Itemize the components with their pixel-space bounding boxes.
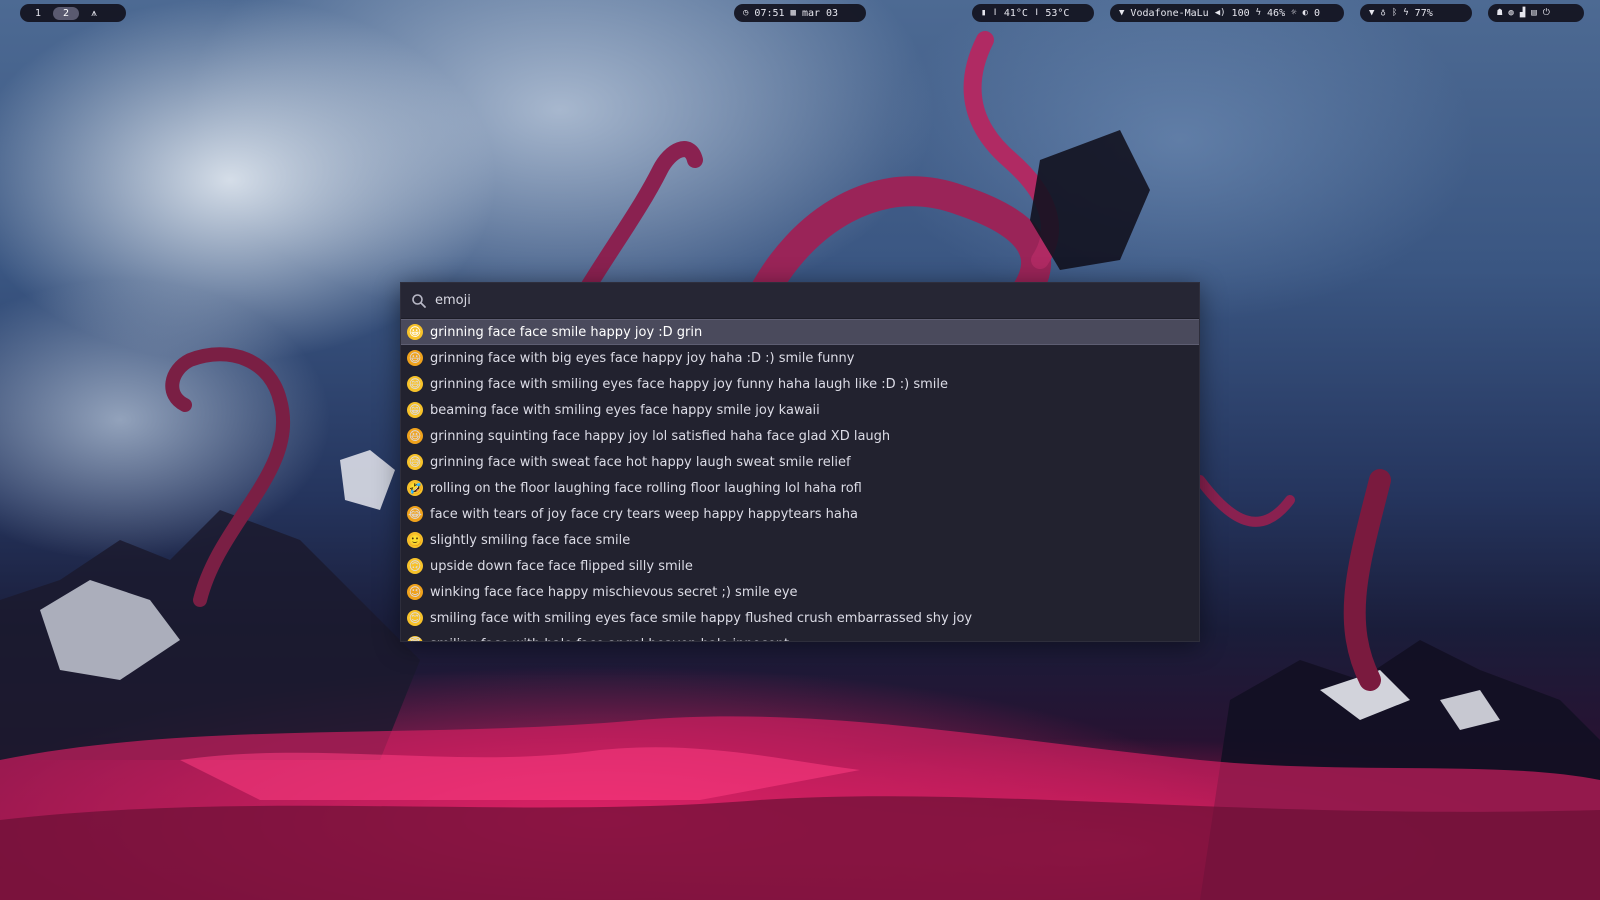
emoji-icon: 😀 (407, 324, 423, 340)
wifi-icon[interactable]: ▼ (1369, 8, 1374, 18)
results-list[interactable]: 😀 grinning face face smile happy joy :D g… (401, 319, 1199, 642)
power-icon[interactable]: ⏻ (1543, 8, 1550, 18)
list-item-label: smiling face with halo face angel heaven… (430, 637, 789, 642)
globe-icon[interactable]: ◍ (1508, 8, 1513, 18)
thermometer-icon: ǀ (1033, 7, 1040, 18)
workspace-1-button[interactable]: 1 (29, 7, 47, 20)
list-item-label: face with tears of joy face cry tears we… (430, 506, 859, 522)
search-icon (412, 293, 426, 308)
emoji-icon: 🙃 (407, 558, 423, 574)
ghost-icon[interactable]: ☗ (1497, 8, 1502, 18)
emoji-icon: 😁 (407, 402, 423, 418)
cpu-icon: ▮ (981, 7, 987, 18)
list-item[interactable]: 😊 smiling face with smiling eyes face smi… (401, 605, 1199, 631)
list-item[interactable]: 😉 winking face face happy mischievous sec… (401, 579, 1199, 605)
status-bar: 1 2 ⩚ ◷ 07:51 ▦ mar 03 ▮ ǀ 41°C ǀ 53°C ▼… (0, 4, 1600, 22)
emoji-icon: 😉 (407, 584, 423, 600)
list-item[interactable]: 🙂 slightly smiling face face smile (401, 527, 1199, 553)
list-item-label: grinning face with smiling eyes face hap… (430, 376, 948, 392)
search-bar (401, 283, 1199, 319)
emoji-icon: 😅 (407, 454, 423, 470)
list-item[interactable]: 😅 grinning face with sweat face hot happy… (401, 449, 1199, 475)
battery-level: 77% (1414, 7, 1433, 19)
tray-widget: ▼ ♁ ᛒ ϟ 77% (1360, 4, 1472, 22)
brightness-level[interactable]: 46% (1267, 8, 1285, 19)
wifi-icon[interactable]: ▼ (1119, 8, 1124, 18)
emoji-launcher: 😀 grinning face face smile happy joy :D g… (400, 282, 1200, 642)
temperature-widget: ▮ ǀ 41°C ǀ 53°C (972, 4, 1094, 22)
emoji-icon: 🙂 (407, 532, 423, 548)
calendar-icon: ▦ (790, 7, 796, 18)
list-item[interactable]: 😂 face with tears of joy face cry tears w… (401, 501, 1199, 527)
list-item[interactable]: 😇 smiling face with halo face angel heave… (401, 631, 1199, 642)
emoji-icon: 😃 (407, 350, 423, 366)
emoji-icon: 😂 (407, 506, 423, 522)
battery-charging-icon: ϟ (1403, 7, 1409, 18)
workspace-2-button[interactable]: 2 (53, 6, 80, 20)
screenshot-icon[interactable]: ▟ (1520, 8, 1525, 18)
list-item-label: grinning face face smile happy joy :D gr… (430, 324, 703, 340)
cpu-temp: 41°C (1003, 7, 1028, 19)
emoji-icon: 😇 (407, 636, 423, 641)
list-item[interactable]: 😃 grinning face with big eyes face happy … (401, 345, 1199, 371)
sun-icon: ☼ (1291, 7, 1297, 18)
list-item-label: beaming face with smiling eyes face happ… (430, 402, 820, 418)
emoji-icon: 😊 (407, 610, 423, 626)
layout-icon[interactable]: ⩚ (85, 7, 103, 20)
list-item-label: rolling on the floor laughing face rolli… (430, 480, 862, 496)
moon-icon: ◐ (1302, 7, 1308, 18)
clock-time: 07:51 (754, 7, 785, 19)
list-item[interactable]: 🤣 rolling on the floor laughing face roll… (401, 475, 1199, 501)
list-item-label: winking face face happy mischievous secr… (430, 584, 798, 600)
clipboard-icon[interactable]: ▤ (1531, 8, 1536, 18)
clock-date: mar 03 (801, 7, 839, 19)
bluetooth-icon[interactable]: ᛒ (1392, 8, 1397, 18)
search-input[interactable] (435, 288, 1199, 313)
wifi-name[interactable]: Vodafone-MaLu (1130, 8, 1208, 19)
workspaces-widget: 1 2 ⩚ (20, 4, 126, 22)
list-item[interactable]: 🙃 upside down face face flipped silly smi… (401, 553, 1199, 579)
emoji-icon: 😆 (407, 428, 423, 444)
gpu-temp: 53°C (1045, 7, 1070, 19)
actions-widget: ☗ ◍ ▟ ▤ ⏻ (1488, 4, 1584, 22)
emoji-icon: 🤣 (407, 480, 423, 496)
list-item[interactable]: 😆 grinning squinting face happy joy lol s… (401, 423, 1199, 449)
list-item-label: upside down face face flipped silly smil… (430, 558, 693, 574)
clock-icon: ◷ (743, 7, 749, 18)
list-item[interactable]: 😄 grinning face with smiling eyes face ha… (401, 371, 1199, 397)
list-item-label: grinning face with big eyes face happy j… (430, 350, 855, 366)
night-light-level: 0 (1313, 7, 1320, 19)
location-icon[interactable]: ♁ (1380, 8, 1385, 18)
system-widget: ▼ Vodafone-MaLu ◀) 100 ϟ 46% ☼ ◐ 0 (1110, 4, 1344, 22)
clock-widget[interactable]: ◷ 07:51 ▦ mar 03 (734, 4, 866, 22)
list-item-label: grinning face with sweat face hot happy … (430, 454, 851, 470)
volume-icon[interactable]: ◀) (1215, 8, 1226, 18)
volume-level[interactable]: 100 (1232, 8, 1250, 19)
emoji-icon: 😄 (407, 376, 423, 392)
thermometer-icon: ǀ (992, 7, 998, 18)
list-item[interactable]: 😀 grinning face face smile happy joy :D g… (401, 319, 1199, 345)
brightness-icon[interactable]: ϟ (1256, 8, 1261, 18)
list-item-label: grinning squinting face happy joy lol sa… (430, 428, 891, 444)
list-item-label: slightly smiling face face smile (430, 532, 631, 548)
list-item-label: smiling face with smiling eyes face smil… (430, 610, 973, 626)
list-item[interactable]: 😁 beaming face with smiling eyes face hap… (401, 397, 1199, 423)
